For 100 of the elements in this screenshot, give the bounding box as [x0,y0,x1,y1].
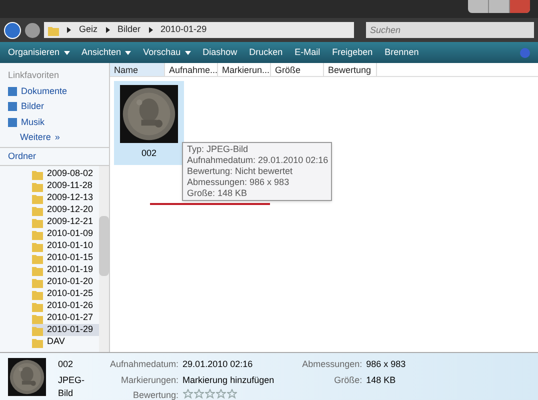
folder-item[interactable]: 2010-01-27 [32,312,99,324]
folder-icon [32,240,43,252]
property-label: Markierungen: [120,374,179,387]
file-type: JPEG-Bild [58,374,86,400]
folder-label: DAV [47,335,65,348]
folder-icon [32,276,43,288]
folder-icon [32,252,43,264]
toolbar-button[interactable]: Organisieren [8,46,70,60]
column-header[interactable]: Name [110,63,165,76]
property-value: 986 x 983 [366,358,406,371]
file-name: 002 [58,358,74,371]
back-button[interactable] [4,22,21,38]
file-item[interactable]: 002 [114,81,184,164]
column-header[interactable]: Bewertung [324,63,377,76]
tooltip-line: Aufnahmedatum: 29.01.2010 02:16 [187,155,327,166]
folder-icon [32,228,43,240]
favorite-link[interactable]: Bilder [21,100,44,114]
star-icon[interactable] [216,389,226,399]
tooltip-line: Abmessungen: 986 x 983 [187,177,290,188]
folder-label: 2010-01-09 [47,227,94,240]
folder-icon [32,324,43,336]
folder-icon [32,216,43,228]
favorite-link[interactable]: Dokumente [21,84,68,98]
folder-icon [32,300,43,312]
chevron-icon[interactable]: » [54,131,60,144]
folder-label: 2009-12-13 [47,191,94,204]
folder-item[interactable]: 2010-01-20 [32,276,99,288]
folder-label: 2009-08-02 [47,167,94,180]
scrollbar[interactable] [99,166,109,352]
column-header[interactable]: Größe [271,63,324,76]
star-icon[interactable] [226,389,237,399]
toolbar-button[interactable]: Brennen [384,46,419,60]
property-label: Aufnahmedatum: [110,358,179,371]
breadcrumb-item[interactable]: 2010-01-29 [160,23,207,37]
search-field[interactable]: Suchen [366,22,534,38]
caret-icon [184,50,191,54]
chevron-icon [67,27,71,33]
folder-item[interactable]: 2009-12-21 [32,216,99,228]
section-header[interactable]: Ordner [0,146,109,166]
star-icon[interactable] [182,389,193,399]
property-value[interactable]: Markierung hinzufügen [182,374,274,387]
folder-item[interactable]: 2010-01-10 [32,240,99,252]
toolbar-button[interactable]: Drucken [249,46,283,60]
folder-item[interactable]: 2009-08-02 [32,168,99,180]
chevron-icon [148,27,153,33]
property-value[interactable]: 29.01.2010 02:16 [182,358,274,372]
folder-item[interactable]: 2010-01-26 [32,300,99,312]
folder-label: 2009-11-28 [47,179,92,192]
folder-item[interactable]: 2009-11-28 [32,180,99,192]
toolbar-button[interactable]: Vorschau [143,46,191,60]
folder-icon [32,288,43,300]
folder-label: 2010-01-20 [47,275,94,288]
property-label: Größe: [333,374,362,386]
folder-label: 2010-01-10 [47,239,94,252]
caret-icon [64,50,70,54]
property-label: Abmessungen: [302,358,362,371]
folder-label: 2010-01-27 [47,311,94,324]
folder-item[interactable]: DAV [32,336,99,348]
more-link[interactable]: Weitere [20,131,51,144]
folder-icon [32,204,43,216]
property-label: Bewertung: [132,389,179,400]
star-icon[interactable] [194,389,204,399]
toolbar-button[interactable]: Freigeben [332,46,373,60]
folder-label: 2010-01-29 [47,323,94,336]
folder-label: 2010-01-26 [47,299,94,312]
tooltip-line: Typ: JPEG-Bild [187,144,250,155]
folder-item[interactable]: 2010-01-29 [32,324,99,336]
chevron-icon [106,27,110,33]
folder-icon [32,180,43,192]
toolbar-button[interactable]: E-Mail [294,46,320,60]
folder-label: 2010-01-25 [47,287,94,300]
folder-item[interactable]: 2010-01-25 [32,288,99,300]
folder-icon [32,264,43,276]
folder-icon [32,168,43,180]
folder-label: 2010-01-15 [47,251,94,264]
folder-label: 2009-12-21 [47,215,94,228]
folder-icon [48,24,59,36]
folder-label: 2010-01-19 [47,263,94,276]
star-icon[interactable] [204,389,215,399]
section-title: Linkfavoriten [8,69,60,82]
folder-item[interactable]: 2010-01-15 [32,252,99,264]
breadcrumb-item[interactable]: Bilder [118,23,141,37]
forward-button[interactable] [25,22,40,38]
toolbar-button[interactable]: Ansichten [82,46,132,60]
folder-item[interactable]: 2009-12-20 [32,204,99,216]
tooltip-line: Große: 148 KB [187,188,248,199]
column-header[interactable]: Markierun... [218,63,271,76]
caret-icon [125,50,132,54]
toolbar-button[interactable]: Diashow [202,46,238,60]
folder-icon [32,192,43,204]
folder-label: 2009-12-20 [47,203,94,216]
file-label: 002 [141,147,157,160]
breadcrumb-item[interactable]: Geiz [79,23,98,37]
property-value: 148 KB [366,374,397,386]
folder-item[interactable]: 2010-01-09 [32,228,99,240]
favorite-link[interactable]: Musik [21,116,45,129]
folder-item[interactable]: 2010-01-19 [32,264,99,276]
folder-item[interactable]: 2009-12-13 [32,192,99,204]
address-bar[interactable]: Geiz Bilder 2010-01-29 [44,22,354,38]
column-header[interactable]: Aufnahme... [165,63,218,76]
